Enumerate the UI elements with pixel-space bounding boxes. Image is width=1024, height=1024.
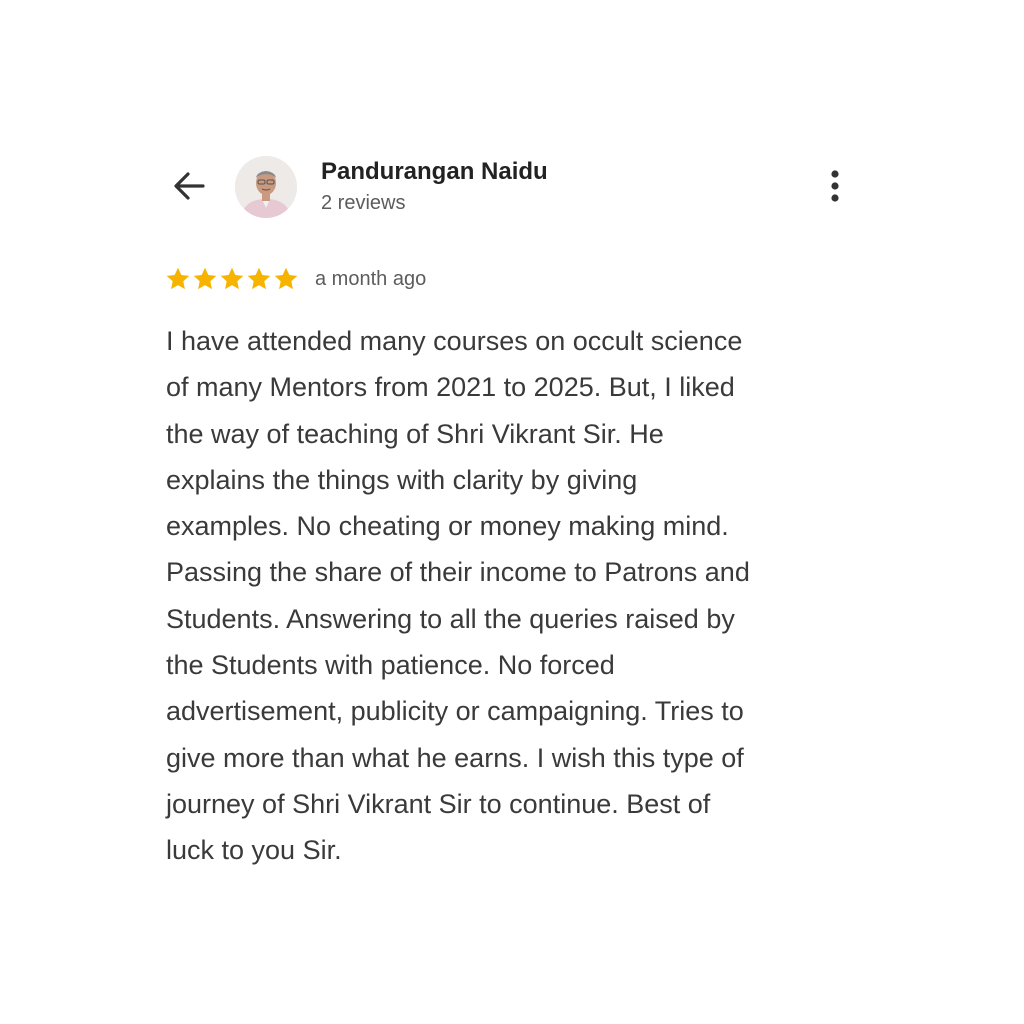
star-rating <box>165 266 299 292</box>
review-text-line: explains the things with clarity by givi… <box>166 464 638 495</box>
review-time: a month ago <box>315 267 427 290</box>
review-text-line: Students. Answering to all the queries r… <box>166 603 735 634</box>
review-count: 2 reviews <box>321 192 406 214</box>
more-options-button[interactable] <box>818 167 852 209</box>
more-vert-icon <box>829 168 841 209</box>
star-icon <box>219 266 245 292</box>
star-icon <box>273 266 299 292</box>
back-button[interactable] <box>168 168 210 208</box>
review-text-line: give more than what he earns. I wish thi… <box>166 742 744 773</box>
review-text-line: journey of Shri Vikrant Sir to continue.… <box>166 788 711 819</box>
star-icon <box>246 266 272 292</box>
rating-row: a month ago <box>165 264 426 294</box>
review-text-line: I have attended many courses on occult s… <box>166 326 743 356</box>
review-text-line: Passing the share of their income to Pat… <box>166 557 750 588</box>
review-text: I have attended many courses on occult s… <box>166 318 856 874</box>
avatar[interactable] <box>235 156 297 218</box>
reviewer-name[interactable]: Pandurangan Naidu <box>321 157 548 187</box>
review-text-line: of many Mentors from 2021 to 2025. But, … <box>166 372 735 403</box>
review-text-line: luck to you Sir. <box>166 835 342 866</box>
review-text-line: examples. No cheating or money making mi… <box>166 511 729 542</box>
review-text-line: the way of teaching of Shri Vikrant Sir.… <box>166 418 664 449</box>
star-icon <box>192 266 218 292</box>
arrow-left-icon <box>171 168 207 209</box>
review-text-line: the Students with patience. No forced <box>166 650 615 681</box>
star-icon <box>165 266 191 292</box>
review-text-line: advertisement, publicity or campaigning.… <box>166 696 744 727</box>
